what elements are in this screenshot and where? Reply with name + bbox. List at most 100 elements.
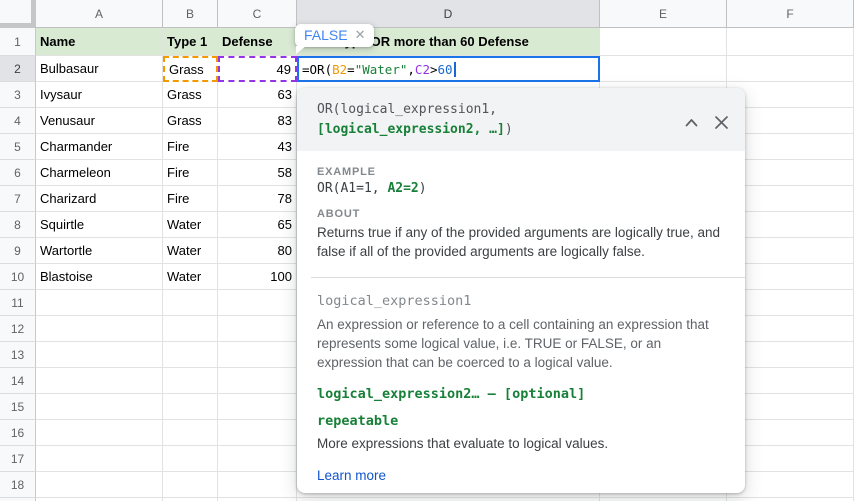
cell-c6[interactable]: 58 xyxy=(218,160,297,186)
cell-a16[interactable] xyxy=(36,420,163,446)
cell-b9[interactable]: Water xyxy=(163,238,218,264)
row-header-2[interactable]: 2 xyxy=(0,56,36,82)
cell-a18[interactable] xyxy=(36,472,163,498)
row-header-6[interactable]: 6 xyxy=(0,160,36,186)
cell-f3[interactable] xyxy=(727,82,854,108)
close-icon[interactable] xyxy=(714,115,729,130)
column-header-b[interactable]: B xyxy=(163,0,218,28)
row-header-14[interactable]: 14 xyxy=(0,368,36,394)
cell-a4[interactable]: Venusaur xyxy=(36,108,163,134)
cell-a13[interactable] xyxy=(36,342,163,368)
cell-a11[interactable] xyxy=(36,290,163,316)
cell-f5[interactable] xyxy=(727,134,854,160)
cell-c10[interactable]: 100 xyxy=(218,264,297,290)
cell-c14[interactable] xyxy=(218,368,297,394)
cell-f16[interactable] xyxy=(727,420,854,446)
cell-b13[interactable] xyxy=(163,342,218,368)
cell-c17[interactable] xyxy=(218,446,297,472)
cell-d2-formula-editor[interactable]: =OR(B2="Water", C2>60 xyxy=(297,56,600,82)
cell-c8[interactable]: 65 xyxy=(218,212,297,238)
cell-e1[interactable] xyxy=(600,28,727,56)
select-all-corner[interactable] xyxy=(0,0,36,28)
cell-c15[interactable] xyxy=(218,394,297,420)
chevron-up-icon[interactable] xyxy=(685,118,698,127)
learn-more-link[interactable]: Learn more xyxy=(317,468,386,483)
cell-c7[interactable]: 78 xyxy=(218,186,297,212)
row-header-9[interactable]: 9 xyxy=(0,238,36,264)
cell-b7[interactable]: Fire xyxy=(163,186,218,212)
cell-c9[interactable]: 80 xyxy=(218,238,297,264)
cell-f9[interactable] xyxy=(727,238,854,264)
cell-f8[interactable] xyxy=(727,212,854,238)
cell-b1[interactable]: Type 1 xyxy=(163,28,218,56)
row-header-16[interactable]: 16 xyxy=(0,420,36,446)
cell-f14[interactable] xyxy=(727,368,854,394)
row-header-18[interactable]: 18 xyxy=(0,472,36,498)
cell-b18[interactable] xyxy=(163,472,218,498)
cell-b6[interactable]: Fire xyxy=(163,160,218,186)
column-header-a[interactable]: A xyxy=(36,0,163,28)
row-header-3[interactable]: 3 xyxy=(0,82,36,108)
cell-b3[interactable]: Grass xyxy=(163,82,218,108)
row-header-8[interactable]: 8 xyxy=(0,212,36,238)
cell-b11[interactable] xyxy=(163,290,218,316)
cell-a3[interactable]: Ivysaur xyxy=(36,82,163,108)
row-header-10[interactable]: 10 xyxy=(0,264,36,290)
cell-b8[interactable]: Water xyxy=(163,212,218,238)
cell-c1[interactable]: Defense xyxy=(218,28,297,56)
row-header-7[interactable]: 7 xyxy=(0,186,36,212)
column-header-f[interactable]: F xyxy=(727,0,854,28)
cell-b4[interactable]: Grass xyxy=(163,108,218,134)
column-header-e[interactable]: E xyxy=(600,0,727,28)
cell-a15[interactable] xyxy=(36,394,163,420)
cell-c2-referenced[interactable]: 49 xyxy=(218,56,297,82)
cell-b16[interactable] xyxy=(163,420,218,446)
cell-c5[interactable]: 43 xyxy=(218,134,297,160)
cell-b14[interactable] xyxy=(163,368,218,394)
cell-f11[interactable] xyxy=(727,290,854,316)
close-icon[interactable]: ✕ xyxy=(355,27,366,43)
cell-c12[interactable] xyxy=(218,316,297,342)
cell-a2[interactable]: Bulbasaur xyxy=(36,56,163,82)
cell-c16[interactable] xyxy=(218,420,297,446)
row-header-12[interactable]: 12 xyxy=(0,316,36,342)
row-header-4[interactable]: 4 xyxy=(0,108,36,134)
cell-f1[interactable] xyxy=(727,28,854,56)
cell-f7[interactable] xyxy=(727,186,854,212)
row-header-5[interactable]: 5 xyxy=(0,134,36,160)
cell-b15[interactable] xyxy=(163,394,218,420)
cell-f6[interactable] xyxy=(727,160,854,186)
row-header-15[interactable]: 15 xyxy=(0,394,36,420)
cell-a7[interactable]: Charizard xyxy=(36,186,163,212)
cell-e2[interactable] xyxy=(600,56,727,82)
cell-a1[interactable]: Name xyxy=(36,28,163,56)
cell-a17[interactable] xyxy=(36,446,163,472)
cell-a8[interactable]: Squirtle xyxy=(36,212,163,238)
cell-b5[interactable]: Fire xyxy=(163,134,218,160)
cell-a12[interactable] xyxy=(36,316,163,342)
cell-a14[interactable] xyxy=(36,368,163,394)
cell-f10[interactable] xyxy=(727,264,854,290)
cell-f15[interactable] xyxy=(727,394,854,420)
row-header-1[interactable]: 1 xyxy=(0,28,36,56)
column-header-c[interactable]: C xyxy=(218,0,297,28)
cell-c18[interactable] xyxy=(218,472,297,498)
row-header-17[interactable]: 17 xyxy=(0,446,36,472)
cell-c11[interactable] xyxy=(218,290,297,316)
cell-a9[interactable]: Wartortle xyxy=(36,238,163,264)
cell-f12[interactable] xyxy=(727,316,854,342)
cell-b2-referenced[interactable]: Grass xyxy=(163,56,218,82)
row-header-13[interactable]: 13 xyxy=(0,342,36,368)
cell-f2[interactable] xyxy=(727,56,854,82)
cell-b12[interactable] xyxy=(163,316,218,342)
cell-a10[interactable]: Blastoise xyxy=(36,264,163,290)
cell-a6[interactable]: Charmeleon xyxy=(36,160,163,186)
cell-b17[interactable] xyxy=(163,446,218,472)
cell-c4[interactable]: 83 xyxy=(218,108,297,134)
cell-b10[interactable]: Water xyxy=(163,264,218,290)
cell-f4[interactable] xyxy=(727,108,854,134)
cell-a5[interactable]: Charmander xyxy=(36,134,163,160)
cell-c3[interactable]: 63 xyxy=(218,82,297,108)
cell-c13[interactable] xyxy=(218,342,297,368)
cell-f13[interactable] xyxy=(727,342,854,368)
